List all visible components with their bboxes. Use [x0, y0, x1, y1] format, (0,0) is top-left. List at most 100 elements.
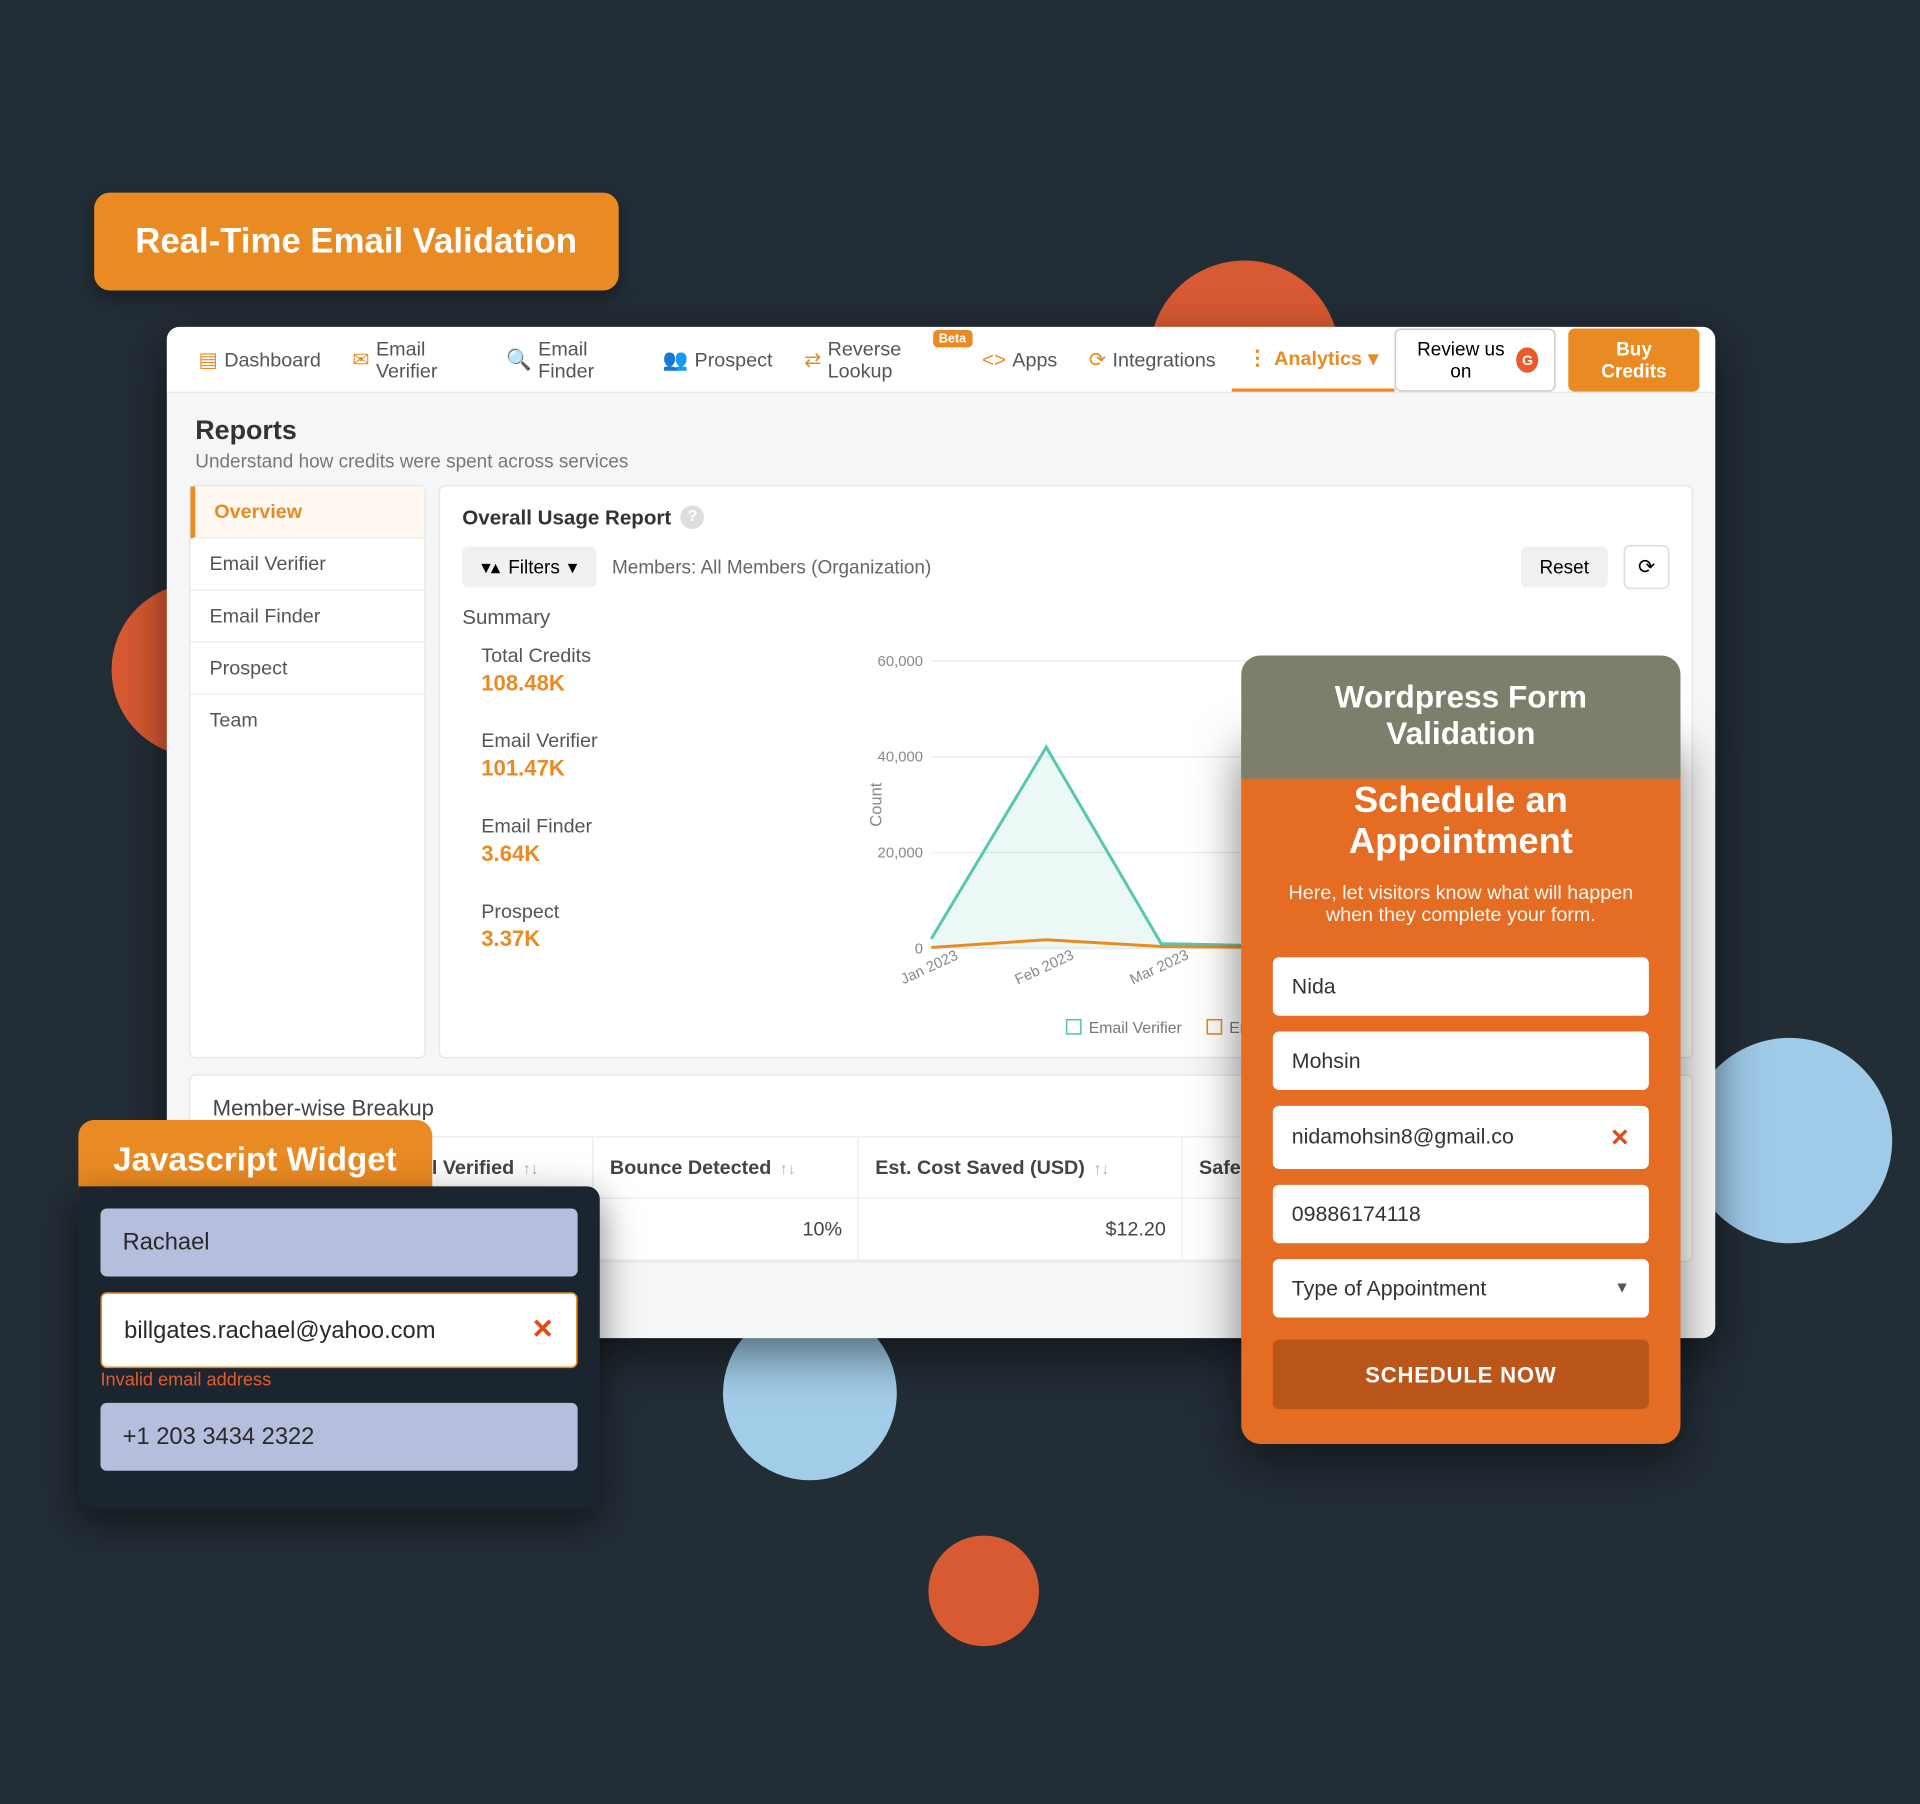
email-value: nidamohsin8@gmail.co: [1292, 1125, 1514, 1149]
wordpress-form: Schedule an Appointment Here, let visito…: [1241, 735, 1680, 1444]
first-name-input[interactable]: Nida: [1273, 957, 1649, 1015]
nav-label: Integrations: [1112, 348, 1215, 370]
nav-icon: 👥: [663, 347, 689, 372]
svg-text:60,000: 60,000: [878, 654, 923, 670]
stat-value: 108.48K: [481, 670, 683, 695]
sidetab-email-finder[interactable]: Email Finder: [191, 591, 425, 643]
report-sidetabs: OverviewEmail VerifierEmail FinderProspe…: [189, 485, 426, 1059]
tag-wp-validation: Wordpress Form Validation: [1241, 656, 1680, 779]
filters-button[interactable]: ▾▴ Filters ▾: [462, 547, 596, 588]
nav-label: Prospect: [695, 348, 773, 370]
decor-circle: [928, 1536, 1039, 1647]
appointment-type-select[interactable]: Type of Appointment ▼: [1273, 1259, 1649, 1317]
stat-label: Email Finder: [481, 815, 683, 837]
nav-email-finder[interactable]: 🔍Email Finder: [490, 327, 646, 392]
cell: 10%: [593, 1198, 858, 1260]
sort-icon: ↑↓: [780, 1161, 796, 1178]
form-heading: Schedule an Appointment: [1273, 779, 1649, 863]
nav-reverse-lookup[interactable]: ⇄Reverse LookupBeta: [788, 327, 966, 392]
clear-icon[interactable]: ✕: [1610, 1123, 1630, 1151]
phone-input[interactable]: 09886174118: [1273, 1185, 1649, 1243]
col-bounce-detected[interactable]: Bounce Detected ↑↓: [593, 1137, 858, 1199]
nav-dashboard[interactable]: ▤ Dashboard: [183, 327, 337, 392]
stat-label: Total Credits: [481, 644, 683, 666]
caret-down-icon: ▾: [1368, 346, 1378, 370]
svg-text:Jan 2023: Jan 2023: [898, 948, 960, 988]
email-value: billgates.rachael@yahoo.com: [124, 1317, 435, 1344]
col-est-cost-saved-usd-[interactable]: Est. Cost Saved (USD) ↑↓: [859, 1137, 1183, 1199]
email-error: Invalid email address: [100, 1371, 577, 1390]
nav-label: Dashboard: [224, 348, 321, 370]
filters-label: Filters: [508, 556, 560, 578]
nav-icon: ✉: [352, 347, 369, 372]
stat-prospect: Prospect3.37K: [481, 900, 683, 951]
refresh-button[interactable]: ⟳: [1624, 545, 1670, 589]
svg-text:40,000: 40,000: [878, 750, 923, 766]
svg-text:20,000: 20,000: [878, 846, 923, 862]
nav-label: Reverse Lookup: [828, 337, 951, 381]
nav-label: Apps: [1012, 348, 1057, 370]
sidetab-overview[interactable]: Overview: [191, 486, 425, 538]
nav-icon: ⇄: [804, 347, 821, 372]
summary-stats: Total Credits 108.48K Email Verifier 101.47…: [462, 644, 683, 1037]
email-input[interactable]: billgates.rachael@yahoo.com ✕: [100, 1292, 577, 1368]
decor-circle: [1687, 1038, 1892, 1243]
nav-prospect[interactable]: 👥 Prospect: [647, 327, 788, 392]
nav-email-verifier[interactable]: ✉ Email Verifier: [337, 327, 491, 392]
reports-header: Reports Understand how credits were spen…: [167, 393, 1715, 485]
schedule-now-button[interactable]: SCHEDULE NOW: [1273, 1339, 1649, 1409]
nav-icon: ⋮: [1247, 345, 1268, 370]
svg-text:Feb 2023: Feb 2023: [1013, 947, 1077, 988]
clear-icon[interactable]: ✕: [531, 1314, 554, 1346]
caret-down-icon: ▾: [568, 556, 578, 578]
select-value: Type of Appointment: [1292, 1276, 1486, 1300]
stat-value: 101.47K: [481, 755, 683, 780]
stat-value: 3.64K: [481, 840, 683, 865]
nav-icon: ▤: [198, 347, 217, 372]
stat-total-credits: Total Credits 108.48K: [481, 644, 683, 695]
email-input[interactable]: nidamohsin8@gmail.co ✕: [1273, 1106, 1649, 1169]
review-us-button[interactable]: Review us on G: [1394, 328, 1556, 391]
panel-title: Overall Usage Report: [462, 505, 671, 529]
chevron-down-icon: ▼: [1614, 1279, 1630, 1296]
nav-apps[interactable]: <> Apps: [966, 327, 1073, 392]
tag-realtime-validation: Real-Time Email Validation: [94, 193, 618, 291]
summary-label: Summary: [462, 605, 1669, 629]
nav-label: Email Verifier: [376, 337, 475, 381]
legend-item: Email Verifier: [1067, 1019, 1182, 1038]
nav-label: Email Finder: [538, 337, 631, 381]
cell: $12.20: [859, 1198, 1183, 1260]
reports-title: Reports: [195, 415, 1687, 447]
stat-label: Email Verifier: [481, 730, 683, 752]
form-subtext: Here, let visitors know what will happen…: [1273, 881, 1649, 925]
members-filter-text: Members: All Members (Organization): [612, 556, 931, 578]
phone-input[interactable]: +1 203 3434 2322: [100, 1403, 577, 1471]
nav-icon: ⟳: [1089, 347, 1106, 372]
info-icon[interactable]: ?: [681, 505, 705, 529]
svg-text:Count: Count: [868, 782, 886, 826]
nav-analytics[interactable]: ⋮Analytics ▾: [1231, 327, 1394, 392]
sort-icon: ↑↓: [523, 1161, 539, 1178]
sidetab-prospect[interactable]: Prospect: [191, 643, 425, 695]
nav-integrations[interactable]: ⟳ Integrations: [1073, 327, 1231, 392]
refresh-icon: ⟳: [1638, 554, 1655, 578]
stat-email-finder: Email Finder 3.64K: [481, 815, 683, 866]
g2-icon: G: [1517, 347, 1539, 372]
filter-icon: ▾▴: [481, 556, 500, 578]
buy-credits-button[interactable]: Buy Credits: [1569, 328, 1700, 391]
js-widget-form: Rachael billgates.rachael@yahoo.com ✕ In…: [78, 1186, 599, 1508]
sidetab-team[interactable]: Team: [191, 695, 425, 746]
name-input[interactable]: Rachael: [100, 1209, 577, 1277]
sidetab-email-verifier[interactable]: Email Verifier: [191, 539, 425, 591]
review-label: Review us on: [1411, 337, 1510, 381]
nav-icon: <>: [982, 347, 1006, 371]
stat-value: 3.37K: [481, 926, 683, 951]
last-name-input[interactable]: Mohsin: [1273, 1031, 1649, 1089]
stat-email-verifier: Email Verifier 101.47K: [481, 730, 683, 781]
svg-text:Mar 2023: Mar 2023: [1128, 947, 1192, 988]
reset-button[interactable]: Reset: [1520, 547, 1607, 588]
reports-subtitle: Understand how credits were spent across…: [195, 450, 1687, 472]
navbar: ▤ Dashboard ✉ Email Verifier 🔍Email Finder 👥 P…: [167, 327, 1715, 393]
nav-icon: 🔍: [506, 347, 532, 372]
svg-text:0: 0: [915, 941, 923, 957]
